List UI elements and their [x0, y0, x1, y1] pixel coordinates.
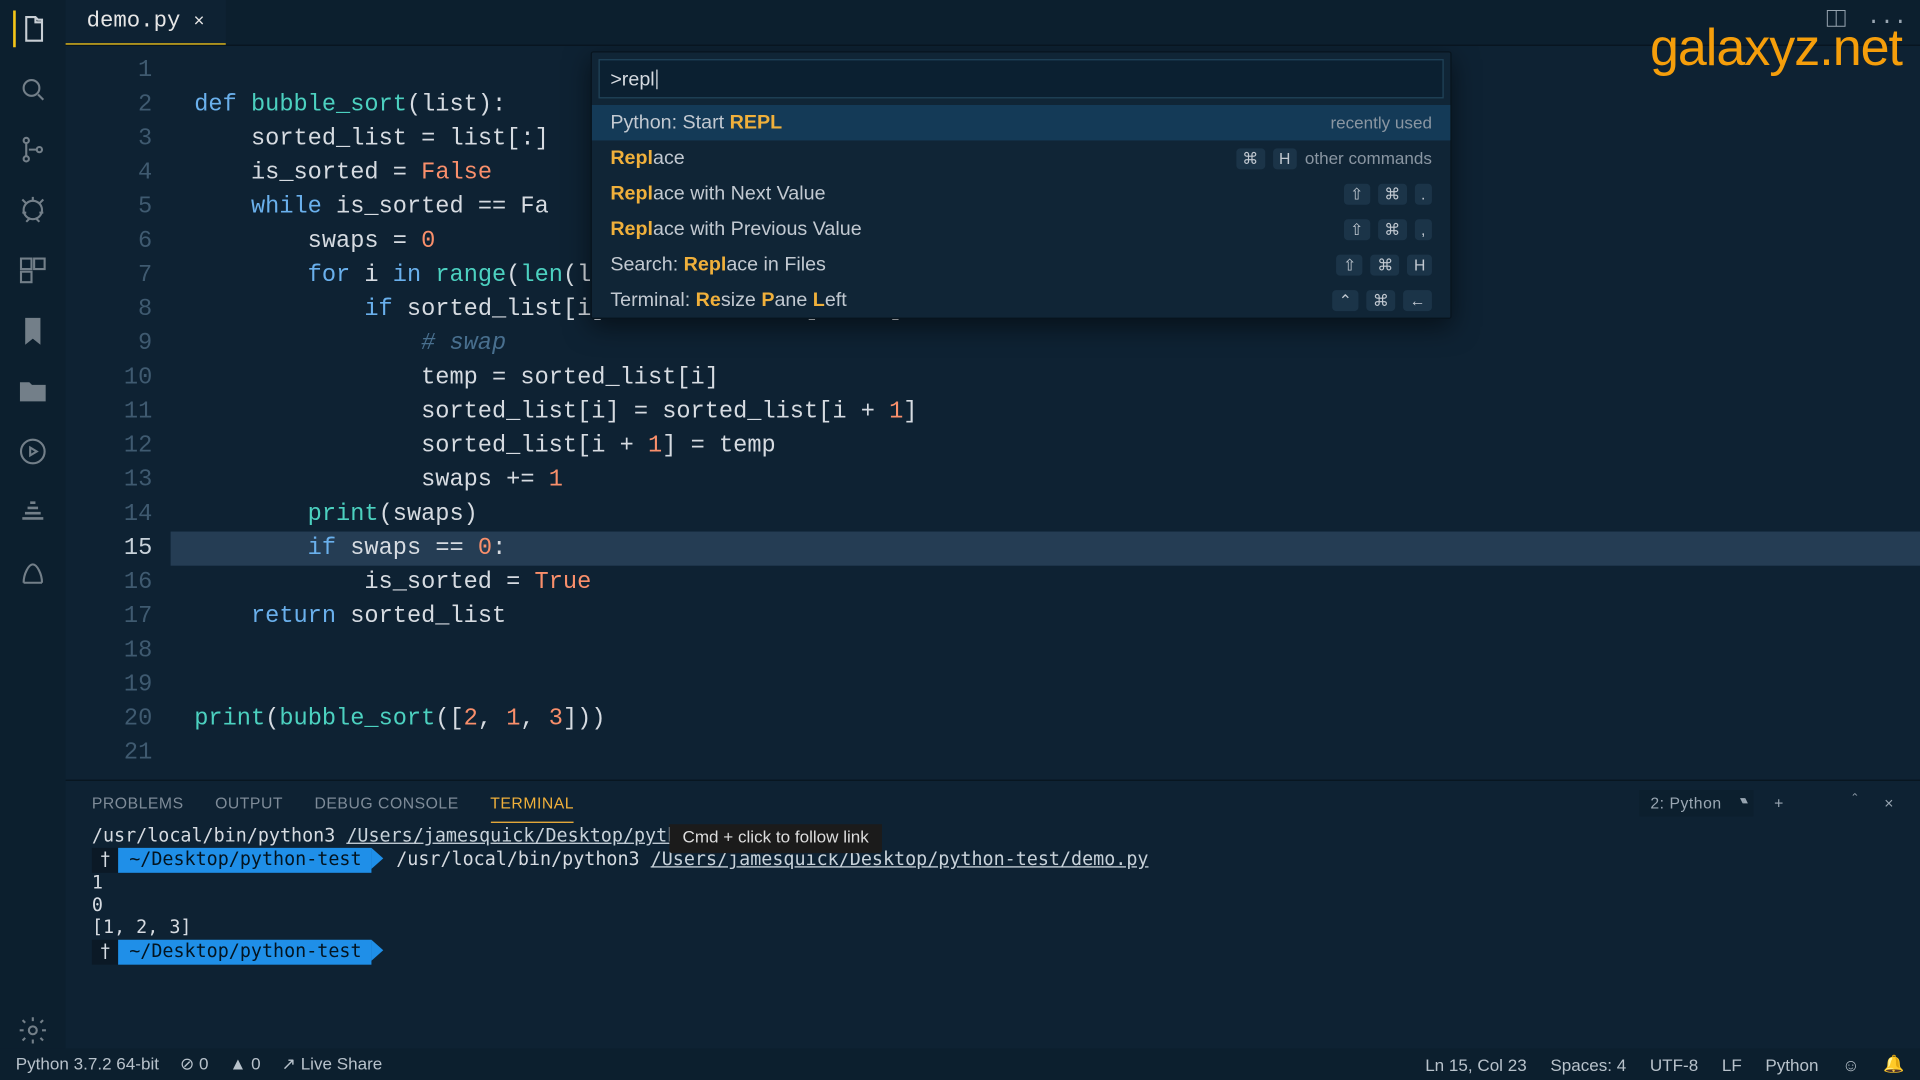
copilot-icon[interactable] — [14, 554, 51, 591]
status-item[interactable]: LF — [1722, 1055, 1742, 1075]
folder-icon[interactable] — [14, 373, 51, 410]
status-item[interactable]: Ln 15, Col 23 — [1425, 1055, 1527, 1075]
stack-icon[interactable] — [14, 494, 51, 531]
palette-item[interactable]: Replace with Previous Value⇧⌘, — [592, 211, 1450, 246]
tab-filename: demo.py — [87, 9, 181, 34]
scm-icon[interactable] — [14, 131, 51, 168]
activity-bar — [0, 0, 66, 1049]
command-palette-input[interactable]: >repl — [599, 59, 1444, 98]
terminal-output[interactable]: Cmd + click to follow link /usr/local/bi… — [66, 824, 1920, 1048]
explorer-icon[interactable] — [13, 11, 50, 48]
bookmark-icon[interactable] — [14, 312, 51, 349]
palette-item[interactable]: Replace with Next Value⇧⌘. — [592, 176, 1450, 211]
line-numbers: 123456789101112131415161718192021 — [66, 46, 171, 780]
live-icon[interactable] — [14, 433, 51, 470]
new-terminal-icon[interactable]: + — [1774, 793, 1784, 811]
cursor-icon — [656, 69, 657, 89]
close-icon[interactable]: × — [193, 11, 204, 32]
bottom-panel: PROBLEMS OUTPUT DEBUG CONSOLE TERMINAL 2: Py… — [66, 780, 1920, 1049]
debug-icon[interactable] — [14, 192, 51, 229]
terminal-selector[interactable]: 2: Python — [1640, 789, 1753, 815]
chevron-up-icon[interactable]: ＾ — [1847, 791, 1863, 813]
tab-demo-py[interactable]: demo.py × — [66, 0, 226, 45]
extensions-icon[interactable] — [14, 252, 51, 289]
status-item[interactable]: 🔔 — [1883, 1054, 1904, 1075]
status-item[interactable]: Spaces: 4 — [1550, 1055, 1626, 1075]
link-tooltip: Cmd + click to follow link — [669, 824, 882, 853]
palette-item[interactable]: Replace⌘Hother commands — [592, 140, 1450, 175]
panel-tab[interactable]: TERMINAL — [490, 793, 574, 822]
panel-tabs: PROBLEMS OUTPUT DEBUG CONSOLE TERMINAL 2: Py… — [66, 781, 1920, 824]
panel-tab[interactable]: DEBUG CONSOLE — [315, 793, 459, 811]
status-item[interactable]: ↗ Live Share — [282, 1054, 383, 1075]
status-bar: Python 3.7.2 64-bit ⊘ 0 ▲ 0 ↗ Live Share Ln… — [0, 1049, 1920, 1080]
watermark: galaxyz.net — [1650, 18, 1902, 78]
search-icon[interactable] — [14, 71, 51, 108]
palette-item[interactable]: Python: Start REPLrecently used — [592, 105, 1450, 140]
status-item[interactable]: Python 3.7.2 64-bit — [16, 1054, 159, 1075]
panel-tab[interactable]: OUTPUT — [215, 793, 283, 811]
status-item[interactable]: ☺ — [1842, 1055, 1859, 1075]
status-item[interactable]: Python — [1765, 1055, 1818, 1075]
status-item[interactable]: ▲ 0 — [230, 1054, 261, 1075]
status-item[interactable]: UTF-8 — [1650, 1055, 1698, 1075]
command-palette: >repl Python: Start REPLrecently usedRep… — [591, 51, 1452, 319]
gear-icon[interactable] — [14, 1012, 51, 1049]
panel-tab[interactable]: PROBLEMS — [92, 793, 184, 811]
close-panel-icon[interactable]: × — [1884, 793, 1894, 811]
status-item[interactable]: ⊘ 0 — [180, 1054, 209, 1075]
palette-item[interactable]: Terminal: Resize Pane Left⌃⌘← — [592, 282, 1450, 317]
palette-item[interactable]: Search: Replace in Files⇧⌘H — [592, 247, 1450, 282]
